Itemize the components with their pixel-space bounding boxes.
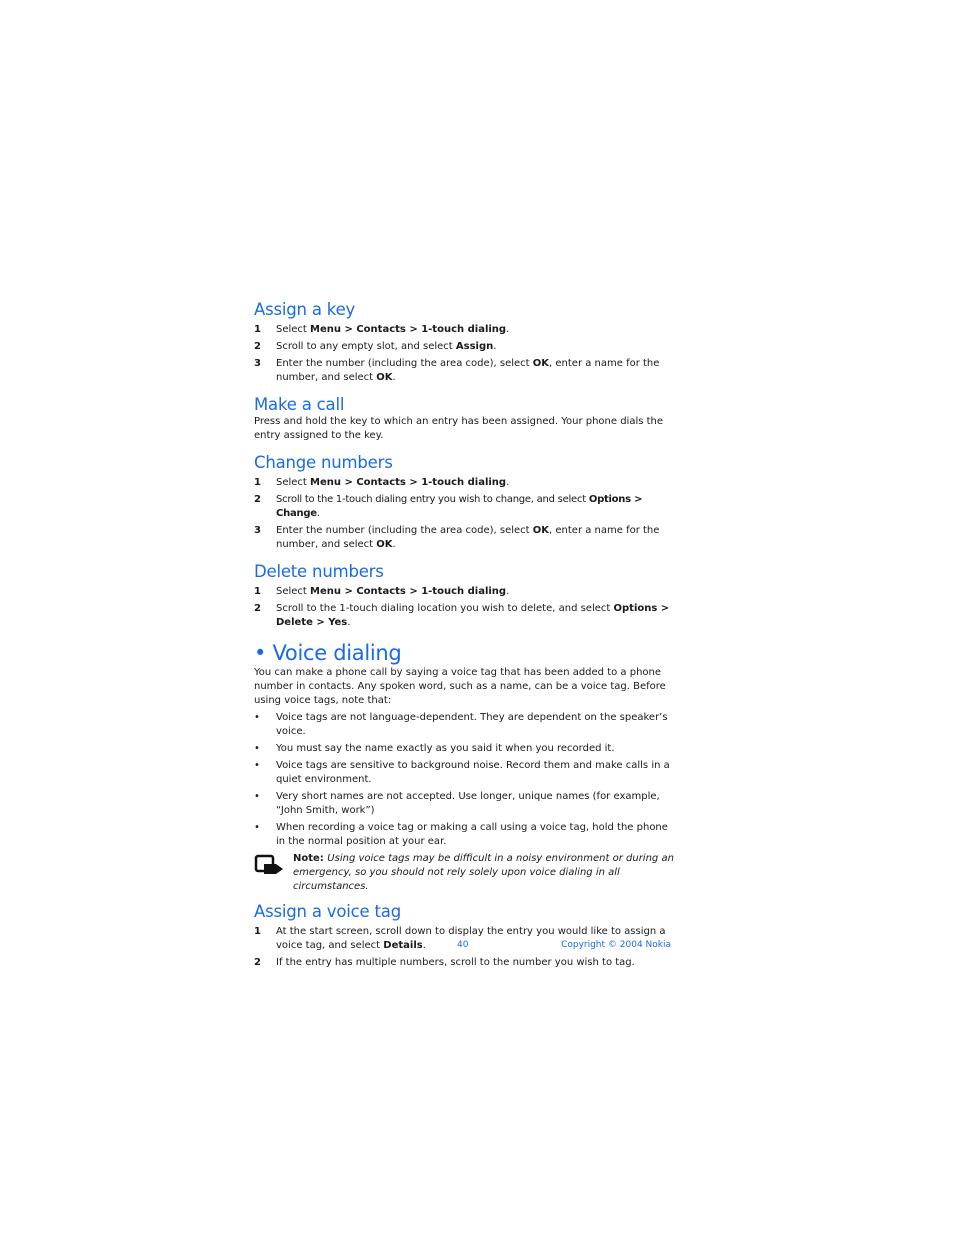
note-hand-icon: [254, 852, 293, 894]
heading-make-a-call: Make a call: [254, 395, 345, 414]
heading-change-numbers: Change numbers: [254, 453, 393, 472]
heading-assign-a-voice-tag: Assign a voice tag: [254, 902, 401, 921]
step-item: 3 Enter the number (including the area co…: [254, 358, 660, 383]
heading-assign-a-key: Assign a key: [254, 300, 356, 319]
step-item: 2 Scroll to any empty slot, and select As…: [254, 341, 497, 352]
copyright: Copyright © 2004 Nokia: [561, 940, 671, 950]
bullet-item: • Very short names are not accepted. Use …: [254, 791, 660, 816]
step-item: 1 Select Menu > Contacts > 1-touch dialin…: [254, 477, 510, 488]
note-text: Using voice tags may be difficult in a n…: [293, 853, 674, 892]
step-item: 2 Scroll to the 1-touch dialing entry you…: [254, 494, 643, 519]
step-item: 2 Scroll to the 1-touch dialing location …: [254, 603, 670, 628]
step-item: 3 Enter the number (including the area co…: [254, 525, 660, 550]
page-number: 40: [457, 940, 469, 950]
bullet-item: • You must say the name exactly as you sa…: [254, 743, 615, 754]
note-label: Note:: [293, 853, 328, 864]
heading-voice-dialing: • Voice dialing: [254, 641, 402, 665]
step-item: 1 Select Menu > Contacts > 1-touch dialin…: [254, 324, 510, 335]
bullet-item: • Voice tags are sensitive to background …: [254, 760, 670, 785]
note-box: Note: Using voice tags may be difficult …: [254, 852, 674, 894]
heading-delete-numbers: Delete numbers: [254, 562, 384, 581]
step-item: 1 Select Menu > Contacts > 1-touch dialin…: [254, 586, 510, 597]
voice-dialing-intro: You can make a phone call by saying a vo…: [254, 667, 666, 706]
bullet-item: • When recording a voice tag or making a …: [254, 822, 668, 847]
make-call-text: Press and hold the key to which an entry…: [254, 416, 664, 441]
bullet-item: • Voice tags are not language-dependent. …: [254, 712, 668, 737]
document-page: Assign a key 1 Select Menu > Contacts > 1…: [254, 300, 674, 970]
step-item: 2 If the entry has multiple numbers, scro…: [254, 957, 635, 968]
page-footer: 40 Copyright © 2004 Nokia: [254, 940, 671, 954]
